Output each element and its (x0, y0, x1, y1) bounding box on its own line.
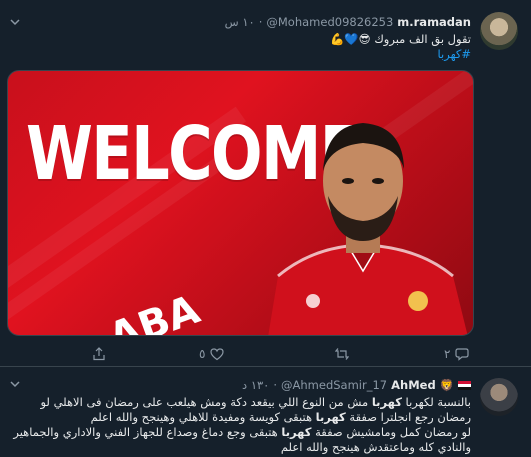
tweet-header: ١٣٠ د · @AhmedSamir_17 AhMed 🦁 (242, 376, 471, 394)
avatar[interactable] (480, 378, 518, 416)
retweet-icon (335, 348, 349, 360)
hashtag-link[interactable]: #كهربا (31, 47, 471, 62)
author-handle[interactable]: @AhmedSamir_17 (281, 378, 387, 392)
chevron-down-icon[interactable] (10, 379, 20, 389)
flag-icon (458, 380, 471, 390)
author-handle[interactable]: @Mohamed09826253 (266, 15, 393, 29)
author-name[interactable]: AhMed (391, 378, 436, 392)
tweet[interactable]: ١٣٠ د · @AhmedSamir_17 AhMed 🦁 بالنسبة ل… (0, 368, 531, 457)
chevron-down-icon[interactable] (10, 17, 20, 27)
tweet-text-line: لو رمضان كمل ومامشيش صفقة كهربا هتبقى وج… (13, 425, 471, 439)
like-button[interactable]: ٥ (199, 343, 225, 365)
share-icon (93, 347, 105, 361)
tweet-time[interactable]: ١٣٠ د (242, 378, 269, 392)
tweet-text-line: والنادي كله وماعتقدش هينجح والله اعلم (280, 440, 471, 454)
tweet[interactable]: ١٠ س · @Mohamed09826253 m.ramadan تقول ب… (0, 0, 531, 367)
tweet-actions: ٢ ٥ (0, 343, 531, 365)
heart-icon (210, 348, 225, 361)
player-photo (268, 123, 468, 335)
tweet-time[interactable]: ١٠ س (225, 15, 255, 29)
reply-icon (455, 348, 470, 361)
tweet-text-line: تقول بق الف مبروك 😎💙💪 (330, 32, 471, 46)
reply-button[interactable]: ٢ (444, 343, 470, 365)
author-name[interactable]: m.ramadan (397, 15, 471, 29)
reply-count: ٢ (444, 347, 451, 361)
avatar[interactable] (480, 12, 518, 50)
tweet-text-line: بالنسبة لكهربا كهربا مش من النوع اللي بي… (40, 395, 471, 409)
retweet-button[interactable] (335, 343, 354, 365)
tweet-text-line: رمضان رجع انجلترا صفقة كهربا هتبقى كويسة… (90, 410, 471, 424)
tweet-text: بالنسبة لكهربا كهربا مش من النوع اللي بي… (10, 395, 471, 455)
lion-emoji: 🦁 (439, 378, 454, 392)
tweet-media-image[interactable]: WELCOME ABA (7, 70, 474, 336)
share-button[interactable] (92, 343, 106, 365)
media-text-fragment: ABA (102, 286, 206, 336)
tweet-header: ١٠ س · @Mohamed09826253 m.ramadan (224, 15, 471, 29)
tweet-text: تقول بق الف مبروك 😎💙💪 #كهربا (31, 32, 471, 62)
like-count: ٥ (199, 347, 206, 361)
